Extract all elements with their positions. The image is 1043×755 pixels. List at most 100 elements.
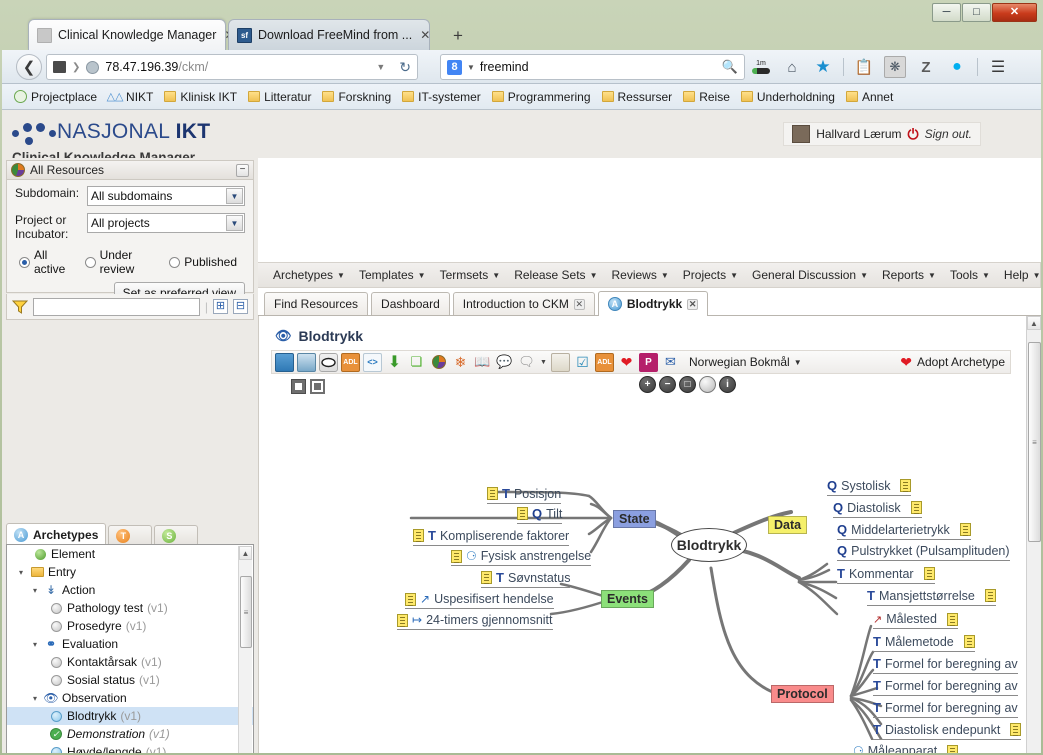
mindmap-vertical-scrollbar[interactable]: ▲ ≡ (1026, 316, 1041, 753)
node-diastolisk[interactable]: Q Diastolisk (833, 500, 922, 518)
info-button[interactable]: i (719, 376, 736, 393)
expand-arrow-icon[interactable]: ▾ (33, 640, 44, 649)
bookmark-nikt[interactable]: △△ NIKT (104, 88, 157, 106)
tree-node-entry[interactable]: ▾ Entry (7, 563, 253, 581)
node-malemetode[interactable]: T Målemetode (873, 634, 975, 652)
tree-node-element[interactable]: Element (7, 545, 253, 563)
scrollbar-thumb[interactable]: ≡ (1028, 342, 1041, 542)
zoom-out-button[interactable]: − (659, 376, 676, 393)
comment-icon[interactable]: 🗨 (517, 353, 536, 372)
menu-projects[interactable]: Projects ▼ (676, 268, 745, 282)
tree-tab-archetypes[interactable]: A Archetypes (6, 523, 107, 545)
checklist-icon[interactable]: ☑ (573, 353, 592, 372)
reload-icon[interactable]: ↻ (399, 59, 411, 76)
menu-help[interactable]: Help ▼ (997, 268, 1041, 282)
oval-node-icon[interactable] (319, 352, 338, 372)
discussion-icon[interactable]: 💬 (495, 353, 514, 372)
tree-node-action[interactable]: ▾ ↡ Action (7, 581, 253, 599)
tree-node-observation[interactable]: ▾ 👁 Observation (7, 689, 253, 707)
expand-arrow-icon[interactable]: ▾ (33, 694, 44, 703)
close-icon[interactable]: ✕ (573, 298, 585, 310)
menu-archetypes[interactable]: Archetypes ▼ (266, 268, 352, 282)
tree-tab-termsets[interactable]: S (154, 525, 199, 545)
bookmark-star-icon[interactable]: ★ (812, 56, 834, 78)
node-malested[interactable]: ↗ Målested (873, 612, 958, 629)
address-bar[interactable]: ❯ 78.47.196.39/ckm/ ▼ ↻ (46, 54, 418, 80)
menu-reports[interactable]: Reports ▼ (875, 268, 943, 282)
bookmark-underholdning[interactable]: Underholdning (737, 88, 839, 106)
collapse-all-button[interactable]: ⊟ (233, 299, 248, 314)
tab-introduction-to-ckm[interactable]: Introduction to CKM ✕ (452, 292, 595, 315)
print-icon[interactable] (297, 352, 316, 372)
power-icon[interactable]: ⏻ (908, 126, 919, 143)
view-mode-1-icon[interactable] (291, 378, 306, 394)
download-icon[interactable]: ⬇ (385, 353, 404, 372)
chevron-down-icon[interactable]: ▼ (467, 63, 475, 72)
menu-tools[interactable]: Tools ▼ (943, 268, 997, 282)
chevron-down-icon[interactable]: ▼ (226, 188, 243, 204)
tree-node-demonstration[interactable]: ✓ Demonstration (v1) (7, 725, 253, 743)
bookmark-annet[interactable]: Annet (842, 88, 897, 106)
node-diastolisk-endepunkt[interactable]: T Diastolisk endepunkt (873, 722, 1022, 740)
menu-templates[interactable]: Templates ▼ (352, 268, 433, 282)
branch-events[interactable]: Events (601, 590, 654, 608)
scroll-up-arrow-icon[interactable]: ▲ (1027, 316, 1041, 330)
tree-node-kontaktarsak[interactable]: Kontaktårsak (v1) (7, 653, 253, 671)
screen-icon[interactable] (275, 352, 294, 372)
bookmark-litteratur[interactable]: Litteratur (244, 88, 315, 106)
pie-chart-icon[interactable] (429, 353, 448, 372)
node-formel-beregning-3[interactable]: T Formel for beregning av (873, 700, 1018, 718)
sign-out-link[interactable]: Sign out. (925, 127, 972, 141)
node-uspesifisert-hendelse[interactable]: ↗ Uspesifisert hendelse (405, 592, 554, 609)
mindmap-canvas[interactable]: Blodtrykk State Events Data Protocol Des… (271, 400, 1022, 753)
tree-node-pathology-test[interactable]: Pathology test (v1) (7, 599, 253, 617)
menu-termsets[interactable]: Termsets ▼ (433, 268, 508, 282)
bookmark-forskning[interactable]: Forskning (318, 88, 395, 106)
measure-icon[interactable]: 1m (750, 56, 772, 78)
filter-funnel-icon[interactable] (11, 300, 29, 314)
node-maleapparat[interactable]: ⚆ Måleapparat (853, 744, 959, 753)
home-icon[interactable]: ⌂ (781, 56, 803, 78)
menu-release-sets[interactable]: Release Sets ▼ (507, 268, 604, 282)
node-formel-beregning-2[interactable]: T Formel for beregning av (873, 678, 1018, 696)
branch-data[interactable]: Data (768, 516, 808, 534)
node-mansjettstorrelse[interactable]: T Mansjettstørrelse (867, 588, 996, 606)
tree-filter-input[interactable] (33, 297, 200, 316)
search-input[interactable]: freemind (480, 60, 529, 74)
subdomain-select[interactable]: All subdomains ▼ (87, 186, 245, 206)
adl-warning-icon[interactable]: ADL (595, 352, 614, 372)
node-kommentar[interactable]: T Kommentar (837, 566, 935, 584)
node-middelarterietrykk[interactable]: Q Middelarterietrykk (837, 522, 971, 540)
fit-view-button[interactable]: □ (679, 376, 696, 393)
chevron-down-icon[interactable]: ▼ (226, 215, 243, 231)
search-icon[interactable]: 🔍 (722, 59, 738, 75)
node-24-timers-gjennomsnitt[interactable]: ↦ 24-timers gjennomsnitt (397, 613, 553, 630)
language-selector[interactable]: Norwegian Bokmål ▼ (689, 355, 802, 369)
tree-node-blodtrykk[interactable]: Blodtrykk (v1) (7, 707, 253, 725)
scrollbar-thumb[interactable]: ≡ (240, 576, 252, 648)
tree-node-hoyde-lengde[interactable]: Høyde/lengde (v1) (7, 743, 253, 753)
node-pulstrykket[interactable]: Q Pulstrykket (Pulsamplituden) (837, 543, 1010, 561)
xml-icon[interactable]: <> (363, 352, 382, 372)
projects-icon[interactable]: P (639, 352, 658, 372)
sun-icon[interactable]: ❄ (451, 353, 470, 372)
node-kompliserende-faktorer[interactable]: T Kompliserende faktorer (413, 528, 569, 546)
bookmark-it-systemer[interactable]: IT-systemer (398, 88, 485, 106)
zotero-icon[interactable]: Z (915, 56, 937, 78)
menu-reviews[interactable]: Reviews ▼ (604, 268, 675, 282)
project-select[interactable]: All projects ▼ (87, 213, 245, 233)
browser-tab-1[interactable]: sf Download FreeMind from ... ✕ (228, 19, 430, 50)
tree-vertical-scrollbar[interactable]: ▲ ≡ ▼ (238, 546, 252, 753)
all-resources-panel-header[interactable]: All Resources − (6, 160, 254, 180)
tree-tab-templates[interactable]: T (108, 525, 153, 545)
node-posisjon[interactable]: T Posisjon (487, 486, 561, 504)
book-icon[interactable]: 📖 (473, 353, 492, 372)
scroll-icon[interactable] (551, 352, 570, 372)
collapse-panel-button[interactable]: − (236, 163, 249, 177)
new-tab-button[interactable]: + (446, 26, 470, 46)
close-tab-icon[interactable]: ✕ (420, 28, 430, 42)
mail-icon[interactable]: ✉ (661, 353, 680, 372)
mindmap-root-node[interactable]: Blodtrykk (671, 528, 747, 562)
expand-all-button[interactable]: ⊞ (213, 299, 228, 314)
branch-state[interactable]: State (613, 510, 656, 528)
